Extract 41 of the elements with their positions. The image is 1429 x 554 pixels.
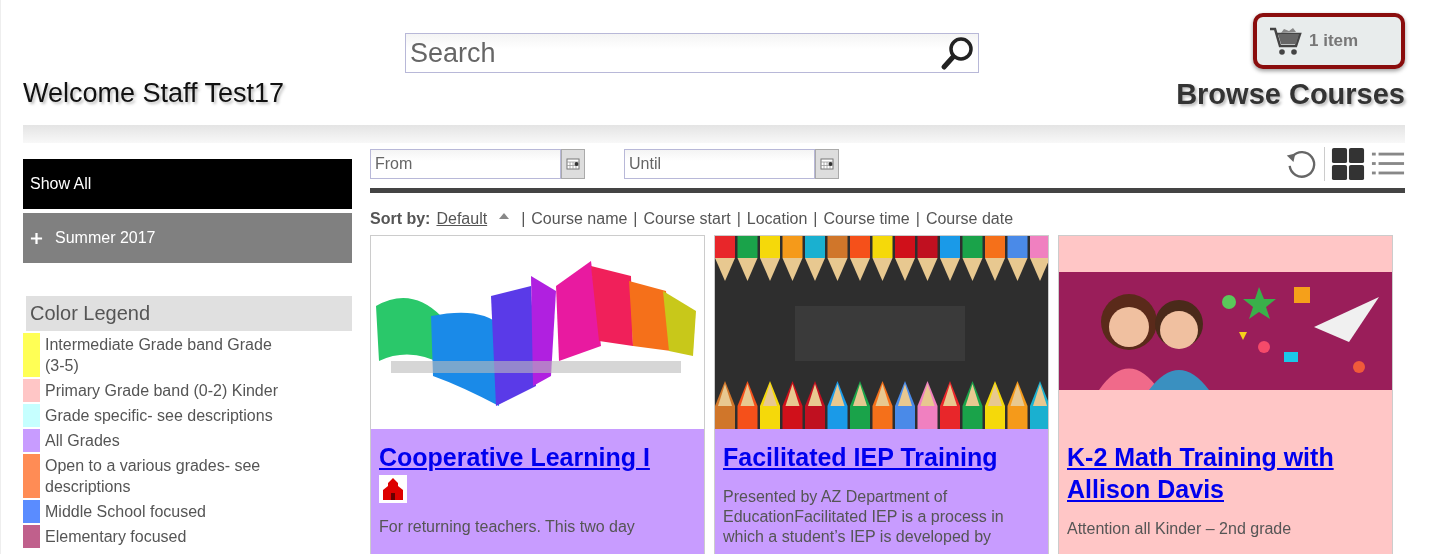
date-field[interactable]: From bbox=[370, 148, 561, 179]
cart-button[interactable]: 1 item bbox=[1253, 13, 1405, 69]
calendar-icon[interactable] bbox=[561, 148, 585, 179]
separator: | bbox=[633, 210, 638, 228]
course-title-link[interactable]: Facilitated IEP Training bbox=[723, 441, 998, 473]
plus-icon bbox=[30, 231, 43, 245]
legend-label: Elementary focused bbox=[45, 527, 187, 547]
legend-label: Middle School focused bbox=[45, 502, 206, 522]
sort-option[interactable]: Course date bbox=[925, 210, 1014, 228]
course-title-link[interactable]: K-2 Math Training with Allison Davis bbox=[1067, 441, 1384, 505]
separator: | bbox=[813, 210, 818, 228]
search-icon[interactable] bbox=[940, 35, 976, 71]
sort-label: Sort by: bbox=[370, 210, 431, 228]
sort-option[interactable]: Location bbox=[746, 210, 808, 228]
grid-view-icon[interactable] bbox=[1331, 146, 1365, 181]
date-field[interactable]: Until bbox=[624, 148, 815, 179]
category-item[interactable]: Show All bbox=[23, 159, 352, 209]
cart-icon bbox=[1269, 26, 1303, 56]
sort-option[interactable]: Course name bbox=[531, 210, 628, 228]
category-item[interactable]: Summer 2017 bbox=[23, 213, 352, 263]
separator: | bbox=[915, 210, 920, 228]
course-description: For returning teachers. This two day bbox=[379, 517, 635, 537]
welcome-text: Welcome Staff Test17 bbox=[23, 78, 286, 110]
sort-option[interactable]: Course start bbox=[643, 210, 731, 228]
separator: | bbox=[736, 210, 741, 228]
legend-label: Open to a various grades- see descriptions bbox=[45, 456, 262, 497]
sort-option[interactable]: Course time bbox=[823, 210, 910, 228]
search-field[interactable]: Search bbox=[405, 33, 979, 73]
course-description: Attention all Kinder – 2nd grade bbox=[1067, 519, 1292, 539]
course-title-link[interactable]: Cooperative Learning I bbox=[379, 441, 650, 473]
separator: | bbox=[521, 210, 526, 228]
course-description: Presented by AZ Department of EducationFacilitated IEP is a process in which a student’s IEP is developed by bbox=[723, 487, 1005, 547]
legend-label: Grade specific- see descriptions bbox=[45, 406, 273, 426]
sort-arrow-icon bbox=[499, 213, 510, 219]
legend-title: Color Legend bbox=[26, 296, 352, 331]
legend-label: Intermediate Grade band Grade (3-5) bbox=[45, 335, 273, 376]
page-title: Browse Courses bbox=[1175, 78, 1405, 111]
sort-option[interactable]: Default bbox=[436, 210, 488, 228]
legend-label: Primary Grade band (0-2) Kinder bbox=[45, 381, 278, 401]
legend-label: All Grades bbox=[45, 431, 120, 451]
calendar-icon[interactable] bbox=[815, 148, 839, 179]
